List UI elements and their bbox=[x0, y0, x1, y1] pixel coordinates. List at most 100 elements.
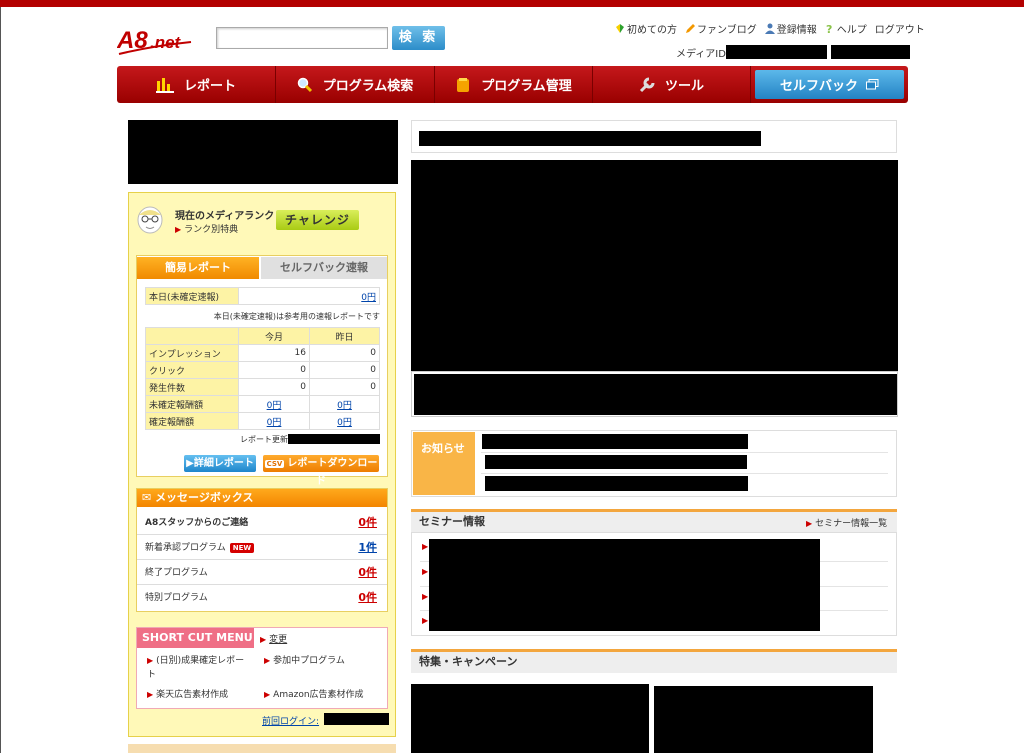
list-item[interactable]: 特別プログラム 0件 bbox=[137, 586, 387, 610]
message-count[interactable]: 0件 bbox=[358, 586, 377, 610]
nav-tool-label: ツール bbox=[664, 79, 704, 94]
shortcut-link-label: Amazon広告素材作成 bbox=[273, 690, 364, 700]
question-icon: ? bbox=[826, 23, 832, 34]
main-nav: レポート プログラム検索 プログラム管理 ツール セルフバック bbox=[117, 66, 908, 103]
bar-chart-icon bbox=[155, 77, 174, 93]
top-link-label[interactable]: ログアウト bbox=[875, 21, 925, 36]
search-input[interactable] bbox=[216, 27, 388, 49]
report-corner bbox=[145, 327, 239, 345]
redacted-media-name bbox=[831, 45, 910, 59]
csv-icon: CSV bbox=[264, 460, 285, 468]
message-label: A8スタッフからのご連絡 bbox=[145, 518, 249, 528]
detail-report-label: 詳細レポート bbox=[193, 458, 254, 469]
row-yesterday: 0 bbox=[309, 361, 380, 379]
table-row: クリック 0 0 bbox=[145, 361, 380, 379]
arrow-right-icon: ▶ bbox=[147, 656, 154, 665]
nav-program-search[interactable]: プログラム検索 bbox=[276, 66, 435, 103]
nav-report[interactable]: レポート bbox=[117, 66, 276, 103]
rank-benefit-link[interactable]: ▶ ランク別特典 bbox=[175, 222, 238, 235]
pencil-icon bbox=[686, 23, 695, 33]
nav-tool[interactable]: ツール bbox=[593, 66, 751, 103]
a8-logo[interactable]: A8 .net bbox=[116, 24, 197, 58]
campaign-title: 特集・キャンペーン bbox=[419, 655, 518, 668]
message-box-header: ✉ メッセージボックス bbox=[137, 489, 387, 507]
tab-simple-report[interactable]: 簡易レポート bbox=[137, 257, 259, 279]
message-count[interactable]: 0件 bbox=[358, 511, 377, 535]
seminar-list-link[interactable]: ▶ セミナー情報一覧 bbox=[806, 516, 887, 529]
message-count[interactable]: 1件 bbox=[358, 536, 377, 560]
media-id-label: メディアID: bbox=[676, 49, 730, 60]
shortcut-change-label: 変更 bbox=[269, 635, 288, 645]
report-note: 本日(未確定速報)は参考用の速報レポートです bbox=[213, 312, 380, 321]
redacted-news-item[interactable] bbox=[482, 434, 748, 449]
shortcut-link-label: 楽天広告素材作成 bbox=[156, 690, 229, 700]
last-login-link[interactable]: 前回ログイン: bbox=[262, 714, 319, 727]
row-label: 未確定報酬額 bbox=[145, 395, 239, 413]
svg-text:.net: .net bbox=[150, 33, 182, 52]
arrow-right-icon: ▶ bbox=[422, 542, 429, 551]
search-button[interactable]: 検 索 bbox=[392, 26, 445, 50]
arrow-right-icon: ▶ bbox=[264, 656, 271, 665]
shortcut-link-amazon[interactable]: ▶ Amazon広告素材作成 bbox=[264, 688, 364, 702]
redacted-banner-caption bbox=[414, 374, 897, 415]
list-item[interactable]: A8スタッフからのご連絡 0件 bbox=[137, 511, 387, 535]
arrow-right-icon: ▶ bbox=[264, 690, 271, 699]
logout-link[interactable]: ログアウト bbox=[875, 20, 925, 36]
nav-selfback-label: セルフバック bbox=[779, 79, 858, 94]
table-row: 未確定報酬額 0円 0円 bbox=[145, 395, 380, 413]
shortcut-link-joined-programs[interactable]: ▶ 参加中プログラム bbox=[264, 654, 345, 668]
beginner-link[interactable]: 初めての方 bbox=[615, 20, 677, 36]
shortcut-menu-title: SHORT CUT MENU bbox=[137, 628, 254, 648]
row-label: インプレッション bbox=[145, 344, 239, 362]
list-item[interactable]: 新着承認プログラム NEW 1件 bbox=[137, 536, 387, 560]
nav-program-manage[interactable]: プログラム管理 bbox=[435, 66, 593, 103]
shortcut-link-rakuten[interactable]: ▶ 楽天広告素材作成 bbox=[147, 688, 228, 702]
nav-program-manage-label: プログラム管理 bbox=[481, 79, 572, 94]
top-link-label[interactable]: ヘルプ bbox=[837, 21, 867, 36]
redacted-news-item[interactable] bbox=[485, 455, 747, 469]
divider bbox=[481, 452, 888, 453]
redacted-news-item[interactable] bbox=[485, 476, 748, 491]
account-link[interactable]: 登録情報 bbox=[764, 20, 817, 36]
row-yesterday-link[interactable]: 0円 bbox=[309, 395, 380, 413]
wrench-icon bbox=[639, 77, 655, 92]
arrow-right-icon: ▶ bbox=[175, 225, 182, 234]
row-month-link[interactable]: 0円 bbox=[238, 395, 310, 413]
redacted-campaign-banner[interactable] bbox=[411, 684, 649, 753]
col-yesterday: 昨日 bbox=[309, 327, 380, 345]
shortcut-change-link[interactable]: ▶ 変更 bbox=[260, 632, 287, 645]
top-link-label[interactable]: ファンブログ bbox=[697, 21, 757, 36]
redacted-campaign-banner[interactable] bbox=[654, 686, 873, 753]
row-label: 発生件数 bbox=[145, 378, 239, 396]
next-panel-edge bbox=[128, 744, 396, 753]
report-download-button[interactable]: CSV レポートダウンロード bbox=[263, 455, 379, 487]
fanblog-link[interactable]: ファンブログ bbox=[685, 20, 757, 36]
redacted-banner bbox=[128, 120, 398, 184]
redacted-seminar-list[interactable] bbox=[429, 539, 820, 631]
top-links: 初めての方 ファンブログ 登録情報 ? ヘルプ ログアウト bbox=[615, 20, 925, 36]
tab-selfback-report[interactable]: セルフバック速報 bbox=[261, 257, 387, 279]
today-value[interactable]: 0円 bbox=[238, 287, 380, 305]
help-link[interactable]: ? ヘルプ bbox=[825, 20, 867, 36]
seminar-list-label: セミナー情報一覧 bbox=[815, 519, 888, 529]
col-this-month: 今月 bbox=[238, 327, 310, 345]
news-title: お知らせ bbox=[413, 432, 475, 495]
row-yesterday-link[interactable]: 0円 bbox=[309, 412, 380, 430]
top-link-label[interactable]: 初めての方 bbox=[627, 21, 677, 36]
detail-report-button[interactable]: ▶詳細レポート bbox=[184, 455, 256, 472]
arrow-right-icon: ▶ bbox=[422, 616, 429, 625]
arrow-right-icon: ▶ bbox=[260, 635, 267, 644]
shortcut-link-daily-report[interactable]: ▶ (日別)成果確定レポート bbox=[147, 654, 247, 682]
message-label: 新着承認プログラム bbox=[145, 543, 226, 553]
arrow-right-icon: ▶ bbox=[422, 592, 429, 601]
list-item[interactable]: 終了プログラム 0件 bbox=[137, 561, 387, 585]
redacted-main-banner bbox=[411, 160, 898, 371]
arrow-right-icon: ▶ bbox=[147, 690, 154, 699]
nav-selfback[interactable]: セルフバック bbox=[755, 70, 904, 99]
message-count[interactable]: 0件 bbox=[358, 561, 377, 585]
report-table: 今月 昨日 インプレッション 16 0 クリック 0 0 発生件数 0 0 未確… bbox=[145, 327, 380, 430]
top-link-label[interactable]: 登録情報 bbox=[777, 21, 817, 36]
row-month-link[interactable]: 0円 bbox=[238, 412, 310, 430]
challenge-button[interactable]: チャレンジ bbox=[276, 210, 359, 230]
folder-icon bbox=[457, 77, 470, 92]
